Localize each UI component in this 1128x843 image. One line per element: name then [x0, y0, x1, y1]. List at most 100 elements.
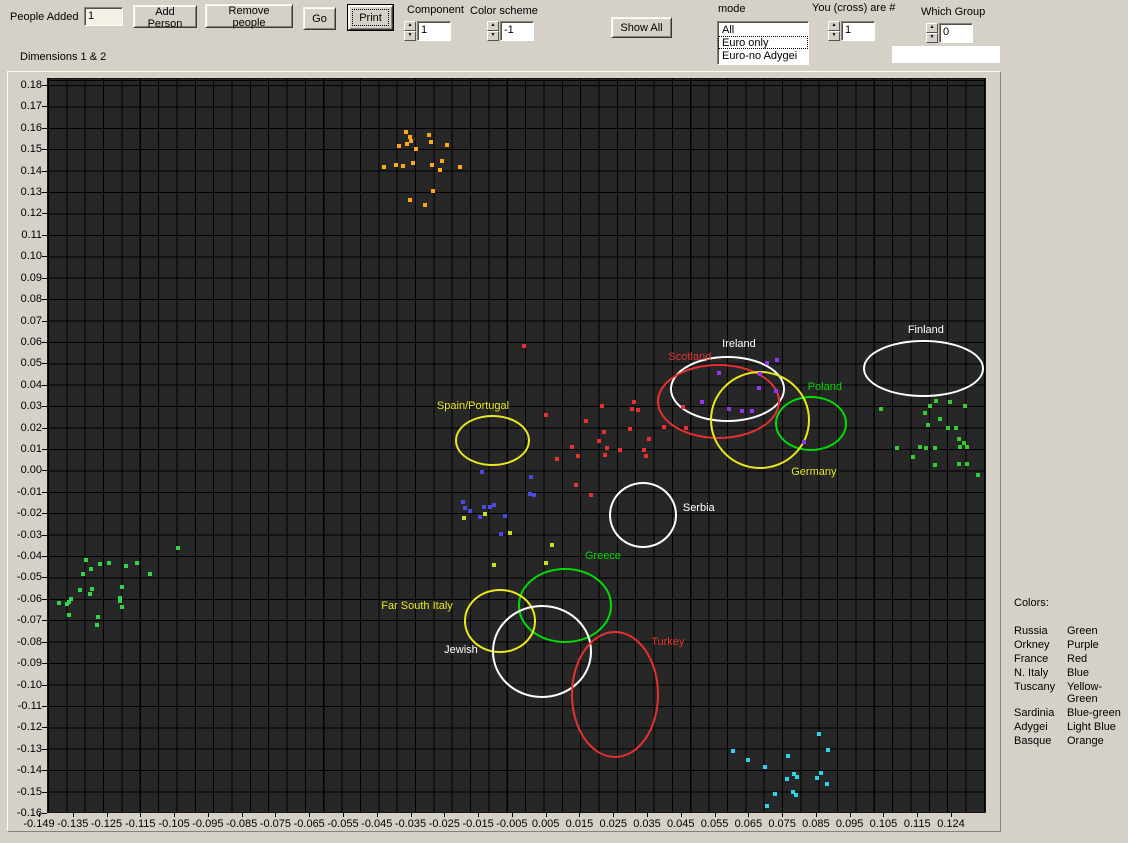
scatter-point-tuscany	[491, 563, 496, 568]
y-tick-label: -0.09	[16, 657, 42, 670]
x-tick-mark	[478, 813, 480, 817]
legend-color-name: Orange	[1067, 735, 1104, 747]
extra-text-field[interactable]	[892, 46, 1000, 63]
y-tick-mark	[42, 705, 47, 707]
go-button[interactable]: Go	[303, 7, 336, 30]
you-cross-up-arrow-icon[interactable]: ▲	[828, 21, 840, 31]
scatter-point-basque	[427, 133, 432, 138]
y-tick-mark	[42, 663, 47, 665]
mode-option-euro-no-adygei[interactable]: Euro-no Adygei	[718, 49, 808, 62]
color-scheme-down-arrow-icon[interactable]: ▼	[487, 31, 499, 41]
scatter-point-france	[602, 452, 607, 457]
component-down-arrow-icon[interactable]: ▼	[404, 31, 416, 41]
x-tick-mark	[579, 813, 581, 817]
y-tick-label: -0.14	[16, 764, 42, 777]
scatter-point-sardinia	[123, 563, 128, 568]
scatter-point-basque	[413, 147, 418, 152]
scatter-point-basque	[408, 139, 413, 144]
scatter-point-basque	[394, 163, 399, 168]
which-group-spinner[interactable]: ▲ ▼ 0	[926, 23, 973, 43]
scatter-point-adygei	[763, 764, 768, 769]
y-tick-mark	[42, 127, 47, 129]
y-tick-label: 0.18	[20, 79, 42, 91]
y-tick-label: 0.01	[20, 443, 42, 455]
legend-group-name: France	[1014, 653, 1049, 665]
color-scheme-up-arrow-icon[interactable]: ▲	[487, 21, 499, 31]
y-tick-label: 0.02	[20, 421, 42, 434]
y-tick-label: 0.16	[20, 121, 42, 134]
scatter-point-n-italy	[479, 469, 484, 474]
which-group-value[interactable]: 0	[939, 23, 973, 43]
scatter-point-sardinia	[89, 587, 94, 592]
scatter-point-russia	[947, 399, 952, 404]
y-tick-label: 0.15	[20, 143, 42, 156]
legend-group-name: Tuscany	[1014, 681, 1056, 693]
y-tick-label: 0.07	[20, 314, 42, 327]
component-up-arrow-icon[interactable]: ▲	[404, 21, 416, 31]
remove-people-button[interactable]: Remove people	[205, 4, 293, 29]
chart-title: Dimensions 1 & 2	[20, 51, 107, 63]
y-tick-label: -0.04	[16, 550, 42, 563]
you-cross-spinner[interactable]: ▲ ▼ 1	[828, 21, 875, 41]
people-added-input[interactable]: 1	[84, 7, 123, 26]
legend-group-name: Russia	[1014, 625, 1048, 637]
scatter-point-basque	[440, 159, 445, 163]
mode-listbox[interactable]: All Euro only Euro-no Adygei	[717, 21, 809, 65]
add-person-button[interactable]: Add Person	[133, 5, 197, 30]
which-group-label: Which Group	[921, 6, 986, 18]
legend-group-name: Adygei	[1014, 721, 1048, 733]
scatter-point-adygei	[773, 791, 778, 796]
y-tick-label: 0.04	[20, 378, 42, 391]
scatter-point-sardinia	[95, 623, 100, 627]
y-tick-label: -0.06	[16, 592, 42, 605]
y-tick-mark	[42, 384, 47, 386]
x-tick-mark	[782, 813, 784, 817]
show-all-button[interactable]: Show All	[611, 17, 672, 38]
cluster-label-turkey: Turkey	[651, 635, 685, 648]
scatter-point-france	[631, 399, 636, 404]
cluster-label-finland: Finland	[907, 323, 944, 336]
component-spinner[interactable]: ▲ ▼ 1	[404, 21, 451, 41]
you-cross-value[interactable]: 1	[841, 21, 875, 41]
y-tick-mark	[42, 513, 47, 515]
scatter-point-russia	[932, 463, 937, 468]
scatter-point-france	[643, 454, 648, 459]
y-tick-label: 0.06	[20, 335, 42, 348]
mode-option-euro-only[interactable]: Euro only	[718, 36, 808, 49]
component-value[interactable]: 1	[417, 21, 451, 41]
scatter-point-basque	[410, 160, 415, 165]
scatter-point-basque	[407, 197, 412, 202]
scatter-plot[interactable]: Ireland Scotland Finland Poland Germany Spain…	[47, 78, 986, 813]
legend-group-name: N. Italy	[1014, 667, 1049, 679]
scatter-point-russia	[910, 454, 915, 459]
y-tick-label: -0.02	[16, 507, 42, 520]
color-scheme-spinner[interactable]: ▲ ▼ -1	[487, 21, 534, 41]
x-tick-mark	[309, 813, 311, 817]
mode-option-all[interactable]: All	[718, 23, 808, 36]
color-scheme-value[interactable]: -1	[500, 21, 534, 41]
print-button[interactable]: Print	[348, 5, 393, 30]
y-tick-label: 0.17	[20, 100, 42, 113]
y-tick-label: -0.05	[16, 571, 42, 584]
you-cross-down-arrow-icon[interactable]: ▼	[828, 31, 840, 41]
y-tick-label: -0.08	[16, 635, 42, 648]
scatter-point-france	[662, 424, 667, 429]
scatter-point-tuscany	[462, 515, 467, 520]
scatter-point-france	[573, 482, 578, 487]
x-tick-mark	[511, 813, 513, 817]
legend-group-name: Basque	[1014, 735, 1052, 747]
x-tick-mark	[140, 813, 142, 817]
scatter-point-adygei	[785, 776, 790, 781]
scatter-point-n-italy	[477, 514, 482, 519]
scatter-point-france	[543, 412, 548, 417]
y-tick-label: 0.11	[21, 228, 42, 241]
legend-color-name: Purple	[1067, 639, 1099, 651]
which-group-down-arrow-icon[interactable]: ▼	[926, 33, 938, 43]
y-tick-label: -0.07	[16, 614, 42, 627]
cluster-label-greece: Greece	[584, 550, 621, 563]
cluster-label-far-south-italy: Far South Italy	[381, 599, 453, 612]
scatter-point-orkney	[699, 399, 704, 404]
scatter-point-tuscany	[543, 560, 548, 565]
which-group-up-arrow-icon[interactable]: ▲	[926, 23, 938, 33]
scatter-point-russia	[925, 423, 930, 428]
